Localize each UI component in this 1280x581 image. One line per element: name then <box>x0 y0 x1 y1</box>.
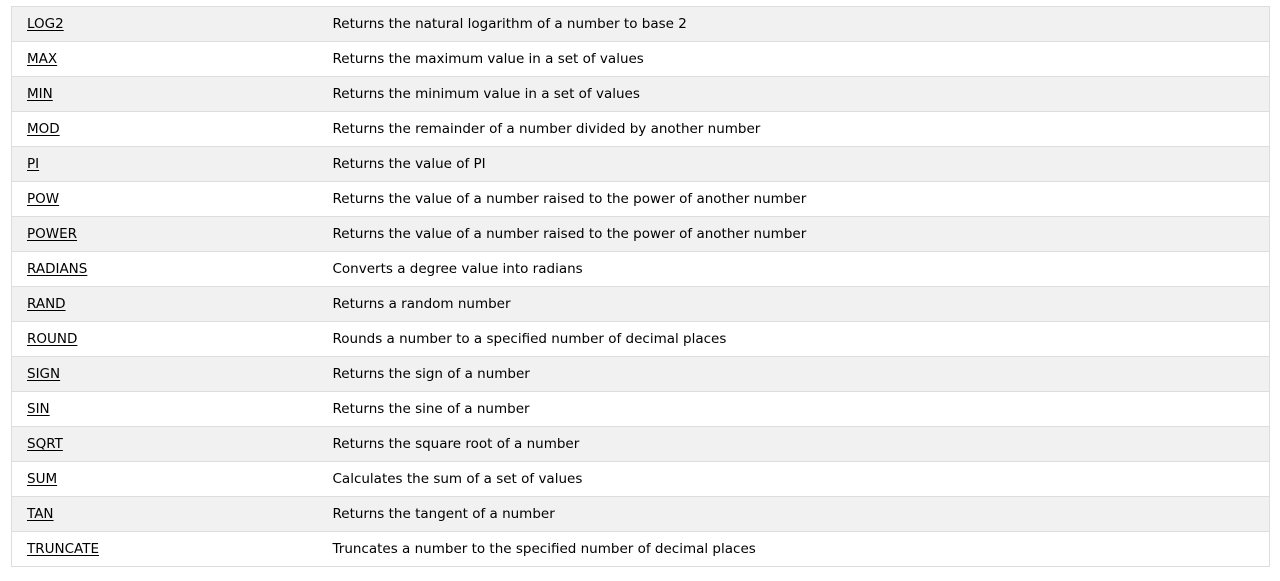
function-table-body: LOG2 Returns the natural logarithm of a … <box>11 6 1270 567</box>
function-link-sign[interactable]: SIGN <box>27 366 60 382</box>
table-row: ROUND Rounds a number to a specified num… <box>11 321 1270 357</box>
function-link-tan[interactable]: TAN <box>27 506 54 522</box>
function-name-cell: RAND <box>11 286 318 322</box>
function-name-cell: SUM <box>11 461 318 497</box>
function-description: Returns the value of a number raised to … <box>317 216 1270 252</box>
table-row: RAND Returns a random number <box>11 286 1270 322</box>
function-description: Returns the natural logarithm of a numbe… <box>317 6 1270 42</box>
function-link-sin[interactable]: SIN <box>27 401 50 417</box>
function-name-cell: SQRT <box>11 426 318 462</box>
table-row: SQRT Returns the square root of a number <box>11 426 1270 462</box>
function-name-cell: MAX <box>11 41 318 77</box>
function-name-cell: SIGN <box>11 356 318 392</box>
function-description: Converts a degree value into radians <box>317 251 1270 287</box>
function-name-cell: PI <box>11 146 318 182</box>
function-description: Returns the maximum value in a set of va… <box>317 41 1270 77</box>
function-reference-table: LOG2 Returns the natural logarithm of a … <box>11 6 1270 567</box>
function-link-mod[interactable]: MOD <box>27 121 60 137</box>
table-row: SUM Calculates the sum of a set of value… <box>11 461 1270 497</box>
table-row: LOG2 Returns the natural logarithm of a … <box>11 6 1270 42</box>
function-description: Returns the minimum value in a set of va… <box>317 76 1270 112</box>
table-row: TAN Returns the tangent of a number <box>11 496 1270 532</box>
function-link-round[interactable]: ROUND <box>27 331 77 347</box>
function-description: Returns a random number <box>317 286 1270 322</box>
table-row: MOD Returns the remainder of a number di… <box>11 111 1270 147</box>
function-description: Returns the sign of a number <box>317 356 1270 392</box>
function-description: Returns the square root of a number <box>317 426 1270 462</box>
function-name-cell: TRUNCATE <box>11 531 318 567</box>
function-description: Calculates the sum of a set of values <box>317 461 1270 497</box>
function-link-pow[interactable]: POW <box>27 191 59 207</box>
function-description: Returns the value of PI <box>317 146 1270 182</box>
table-row: TRUNCATE Truncates a number to the speci… <box>11 531 1270 567</box>
function-link-truncate[interactable]: TRUNCATE <box>27 541 99 557</box>
function-description: Returns the remainder of a number divide… <box>317 111 1270 147</box>
table-row: POW Returns the value of a number raised… <box>11 181 1270 217</box>
function-link-log2[interactable]: LOG2 <box>27 16 64 32</box>
function-link-sqrt[interactable]: SQRT <box>27 436 63 452</box>
function-reference-table-container: LOG2 Returns the natural logarithm of a … <box>11 6 1270 567</box>
function-name-cell: POWER <box>11 216 318 252</box>
function-name-cell: MOD <box>11 111 318 147</box>
table-row: SIGN Returns the sign of a number <box>11 356 1270 392</box>
function-link-pi[interactable]: PI <box>27 156 39 172</box>
function-name-cell: RADIANS <box>11 251 318 287</box>
table-row: RADIANS Converts a degree value into rad… <box>11 251 1270 287</box>
table-row: MAX Returns the maximum value in a set o… <box>11 41 1270 77</box>
function-name-cell: TAN <box>11 496 318 532</box>
function-link-max[interactable]: MAX <box>27 51 57 67</box>
function-name-cell: POW <box>11 181 318 217</box>
function-name-cell: SIN <box>11 391 318 427</box>
function-description: Returns the value of a number raised to … <box>317 181 1270 217</box>
table-row: PI Returns the value of PI <box>11 146 1270 182</box>
function-description: Rounds a number to a specified number of… <box>317 321 1270 357</box>
function-description: Truncates a number to the specified numb… <box>317 531 1270 567</box>
function-name-cell: ROUND <box>11 321 318 357</box>
function-description: Returns the sine of a number <box>317 391 1270 427</box>
function-link-radians[interactable]: RADIANS <box>27 261 87 277</box>
table-row: MIN Returns the minimum value in a set o… <box>11 76 1270 112</box>
table-row: SIN Returns the sine of a number <box>11 391 1270 427</box>
function-description: Returns the tangent of a number <box>317 496 1270 532</box>
function-name-cell: MIN <box>11 76 318 112</box>
function-link-power[interactable]: POWER <box>27 226 77 242</box>
function-name-cell: LOG2 <box>11 6 318 42</box>
function-link-rand[interactable]: RAND <box>27 296 66 312</box>
function-link-sum[interactable]: SUM <box>27 471 57 487</box>
function-link-min[interactable]: MIN <box>27 86 53 102</box>
table-row: POWER Returns the value of a number rais… <box>11 216 1270 252</box>
